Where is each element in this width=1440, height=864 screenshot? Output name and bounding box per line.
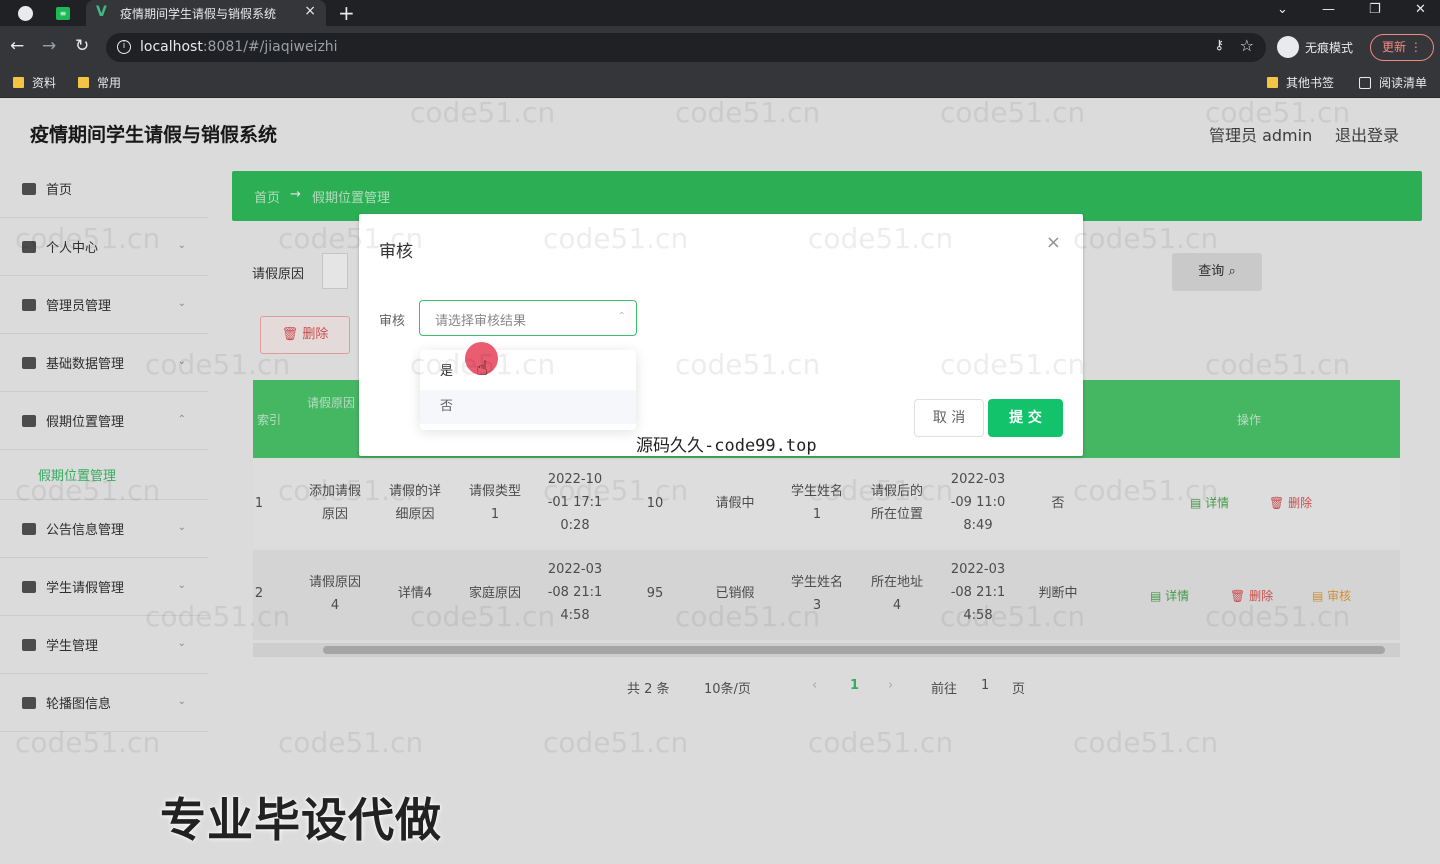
- close-icon[interactable]: ×: [1046, 232, 1061, 253]
- tab-close-icon[interactable]: ×: [304, 3, 316, 19]
- pinned-tab-2[interactable]: ≡: [52, 3, 74, 23]
- tab-search-icon[interactable]: ⌄: [1277, 2, 1288, 17]
- submit-button[interactable]: 提 交: [988, 399, 1063, 437]
- modal-mask[interactable]: [0, 98, 1440, 864]
- audit-result-select[interactable]: 请选择审核结果 ⌃: [419, 300, 637, 336]
- update-button[interactable]: 更新 ⋮: [1370, 34, 1434, 61]
- bookmark-folder-changyong[interactable]: 常用: [78, 74, 121, 91]
- source-watermark: 源码久久-code99.top: [636, 436, 817, 456]
- url-text: localhost:8081/#/jiaqiweizhi: [140, 39, 338, 55]
- password-key-icon[interactable]: ⚷: [1214, 38, 1224, 53]
- audit-field-label: 审核: [379, 314, 406, 329]
- bookmarks-bar: 资料 常用 其他书签 阅读清单: [0, 68, 1440, 98]
- chevron-up-icon: ⌃: [617, 311, 626, 322]
- bookmark-star-icon[interactable]: ☆: [1240, 36, 1254, 55]
- globe-icon: [17, 5, 33, 21]
- bookmark-folder-ziliao[interactable]: 资料: [13, 74, 56, 91]
- browser-tab-strip: ≡ V 疫情期间学生请假与销假系统 × + ⌄ — ❐ ✕: [0, 0, 1440, 26]
- folder-icon: [78, 77, 89, 88]
- reload-icon[interactable]: ↻: [75, 36, 89, 56]
- new-tab-button[interactable]: +: [338, 1, 355, 25]
- hand-cursor-icon: ☝: [476, 356, 489, 380]
- audit-options-dropdown: 是 否: [420, 350, 636, 430]
- forward-icon[interactable]: →: [42, 36, 56, 56]
- incognito-indicator[interactable]: 无痕模式: [1277, 36, 1353, 58]
- tab-title: 疫情期间学生请假与销假系统: [120, 7, 277, 21]
- minimize-button[interactable]: —: [1322, 2, 1335, 17]
- bookmark-folder-other[interactable]: 其他书签: [1267, 74, 1334, 91]
- folder-icon: [13, 77, 24, 88]
- option-yes[interactable]: 是: [420, 355, 636, 389]
- back-icon[interactable]: ←: [10, 36, 24, 56]
- browser-tab-active[interactable]: V 疫情期间学生请假与销假系统 ×: [86, 0, 326, 26]
- folder-icon: [1267, 77, 1278, 88]
- site-info-icon[interactable]: i: [117, 40, 131, 54]
- window-close-button[interactable]: ✕: [1415, 2, 1426, 17]
- address-toolbar: ← → ↻ i localhost:8081/#/jiaqiweizhi ⚷ ☆…: [0, 26, 1440, 68]
- app-icon: ≡: [56, 6, 70, 20]
- option-no[interactable]: 否: [420, 390, 636, 424]
- incognito-icon: [1277, 36, 1299, 58]
- address-bar[interactable]: i localhost:8081/#/jiaqiweizhi ⚷ ☆: [106, 33, 1266, 62]
- reading-list[interactable]: 阅读清单: [1359, 74, 1427, 91]
- select-placeholder: 请选择审核结果: [435, 314, 527, 329]
- pinned-tab-1[interactable]: [14, 3, 36, 23]
- reading-list-icon: [1359, 76, 1371, 89]
- vue-logo-icon: V: [96, 4, 107, 20]
- promo-caption: 专业毕设代做: [160, 793, 442, 847]
- dialog-title: 审核: [379, 242, 413, 262]
- cancel-button[interactable]: 取 消: [914, 399, 984, 437]
- restore-button[interactable]: ❐: [1369, 2, 1381, 17]
